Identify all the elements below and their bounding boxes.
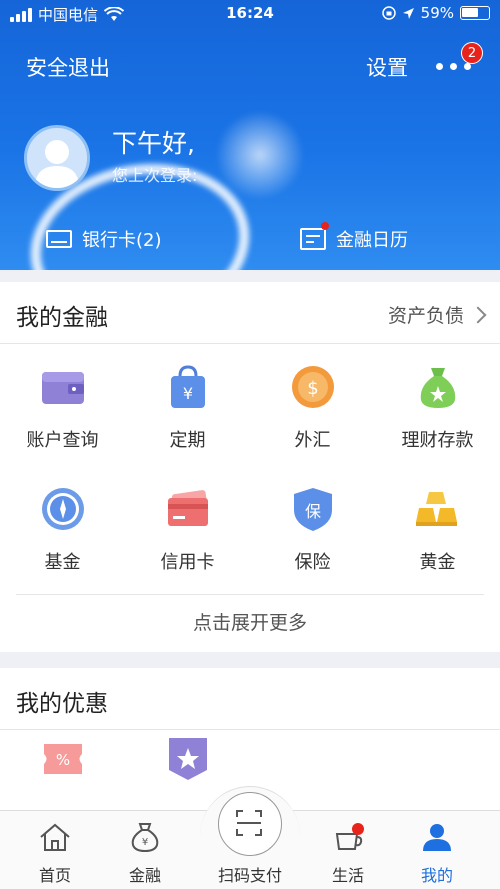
user-icon [35, 140, 79, 188]
finance-item-credit-card[interactable]: 信用卡 [125, 478, 250, 600]
avatar[interactable] [24, 125, 90, 191]
user-profile-icon [423, 824, 451, 851]
offers-header: 我的优惠 [0, 668, 500, 730]
finance-grid: 账户查询 ¥ 定期 $ 外汇 理财存款 基金 信用卡 保 保险 黄金 [0, 356, 500, 600]
rotation-lock-icon [381, 6, 396, 20]
last-login-text: 您上次登录: [112, 166, 198, 185]
greeting-text: 下午好, [112, 129, 195, 158]
status-bar: 中国电信 16:24 59% [0, 0, 500, 30]
finance-calendar-link[interactable]: 金融日历 [300, 226, 408, 252]
home-icon [40, 823, 70, 851]
finance-item-gold[interactable]: 黄金 [375, 478, 500, 600]
tab-mine[interactable]: 我的 [387, 822, 487, 886]
scan-icon [236, 810, 262, 836]
compass-icon [41, 488, 84, 530]
credit-card-icon [167, 490, 208, 526]
points-item[interactable] [125, 738, 250, 786]
star-badge-icon [168, 738, 207, 780]
finance-title: 我的金融 [16, 305, 108, 331]
my-finance-section: 我的金融 资产负债 账户查询 ¥ 定期 $ 外汇 理财存款 基金 信用卡 保 保… [0, 282, 500, 652]
finance-calendar-label: 金融日历 [336, 230, 408, 251]
finance-item-wealth[interactable]: 理财存款 [375, 356, 500, 478]
yen-bag-icon: ¥ [170, 365, 205, 408]
svg-text:¥: ¥ [142, 837, 148, 848]
svg-text:%: % [55, 751, 69, 769]
finance-item-account[interactable]: 账户查询 [0, 356, 125, 478]
expand-more-button[interactable]: 点击展开更多 [16, 594, 484, 650]
calendar-dot-badge [321, 222, 329, 230]
scan-pay-button[interactable] [218, 792, 282, 856]
assets-liabilities-link[interactable]: 资产负债 [387, 301, 487, 328]
money-bag-icon [420, 368, 455, 408]
bank-card-link[interactable]: 银行卡(2) [46, 226, 162, 252]
calendar-icon [300, 228, 326, 250]
chevron-right-icon [469, 306, 487, 323]
settings-button[interactable]: 设置 [366, 52, 408, 82]
coupon-icon: % [43, 744, 82, 774]
finance-item-fund[interactable]: 基金 [0, 478, 125, 600]
wallet-icon [41, 372, 84, 404]
offers-title: 我的优惠 [16, 691, 108, 717]
svg-text:$: $ [307, 378, 318, 399]
coupon-item[interactable]: % [0, 744, 125, 786]
notification-badge: 2 [461, 42, 483, 64]
finance-item-insurance[interactable]: 保 保险 [250, 478, 375, 600]
finance-item-fixed[interactable]: ¥ 定期 [125, 356, 250, 478]
finance-item-forex[interactable]: $ 外汇 [250, 356, 375, 478]
location-icon [402, 7, 414, 19]
bank-card-label: 银行卡(2) [82, 230, 162, 251]
shield-icon: 保 [293, 488, 332, 531]
battery-icon [460, 6, 490, 20]
tab-scan-pay-label[interactable]: 扫码支付 [200, 862, 300, 886]
gold-bar-icon [415, 492, 457, 526]
tab-home[interactable]: 首页 [5, 822, 105, 886]
svg-text:¥: ¥ [182, 384, 192, 403]
money-bag-outline-icon: ¥ [131, 823, 159, 853]
logout-button[interactable]: 安全退出 [26, 52, 110, 82]
more-menu-icon[interactable] [436, 63, 471, 70]
battery-percent: 59% [420, 4, 454, 22]
assets-liabilities-label: 资产负债 [387, 305, 464, 327]
svg-text:保: 保 [304, 502, 320, 521]
tab-finance[interactable]: ¥ 金融 [95, 822, 195, 886]
dollar-coin-icon: $ [291, 366, 334, 408]
finance-header: 我的金融 资产负债 [0, 282, 500, 344]
tab-life[interactable]: 生活 [298, 822, 398, 886]
bank-card-icon [46, 230, 72, 248]
coffee-cup-icon [335, 823, 364, 850]
